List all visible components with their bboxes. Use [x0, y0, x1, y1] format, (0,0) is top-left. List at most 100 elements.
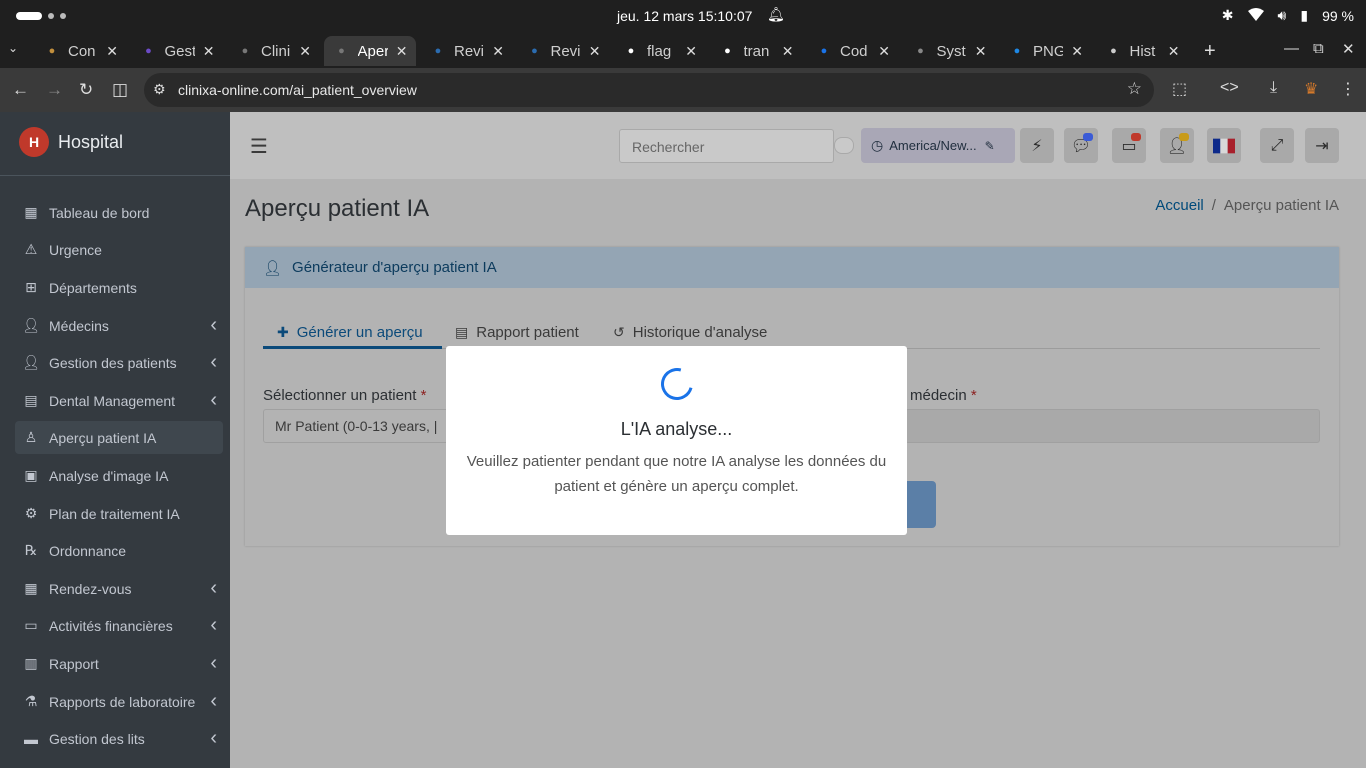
user-outline-icon: ♙	[24, 429, 38, 445]
reload-icon[interactable]: ↻	[79, 80, 93, 100]
sidebar-item[interactable]: ▦ Rendez-vous ‹	[15, 572, 223, 605]
browser-tab[interactable]: ● tran ✕	[710, 36, 802, 66]
history-icon: ●	[1110, 45, 1117, 57]
menu-toggle-icon[interactable]: ☰	[250, 134, 268, 159]
doctor-label: médecin *	[910, 387, 977, 404]
tab-label: Historique d'analyse	[632, 323, 768, 341]
file-icon: ▤	[455, 323, 469, 340]
close-tab-icon[interactable]: ✕	[685, 43, 697, 60]
modal-message: Veuillez patienter pendant que notre IA …	[466, 453, 887, 495]
tab-search-icon[interactable]: ⌄	[8, 41, 18, 55]
close-tab-icon[interactable]: ✕	[1071, 43, 1083, 60]
browser-tab[interactable]: ● Hist ✕	[1096, 36, 1188, 66]
browser-tab[interactable]: ● Aper ✕	[323, 36, 416, 66]
close-tab-icon[interactable]: ✕	[589, 43, 601, 60]
patient-select[interactable]: Mr Patient (0-0-13 years, |	[263, 409, 463, 443]
close-tab-icon[interactable]: ✕	[299, 43, 311, 60]
download-icon[interactable]: ⤓	[1270, 79, 1277, 97]
sidebar-item-label: Aperçu patient IA	[49, 429, 157, 446]
sidebar-item[interactable]: ⚙ Plan de traitement IA	[15, 497, 223, 530]
close-tab-icon[interactable]: ✕	[492, 43, 504, 60]
back-icon[interactable]: ←	[12, 80, 29, 100]
close-tab-icon[interactable]: ✕	[975, 43, 987, 60]
close-window-icon[interactable]: ✕	[1342, 40, 1355, 58]
browser-tab[interactable]: ● Revi ✕	[517, 36, 609, 66]
tab-patient-report[interactable]: ▤ Rapport patient	[455, 318, 579, 346]
close-tab-icon[interactable]: ✕	[1168, 43, 1180, 60]
sidebar-item[interactable]: ▣ Analyse d'image IA	[15, 459, 223, 492]
devtools-icon[interactable]: <>	[1220, 79, 1239, 97]
browser-tab[interactable]: ● Clini ✕	[227, 36, 319, 66]
sidebar-item[interactable]: ⚠ Urgence	[15, 233, 223, 266]
url-field[interactable]: ⚙ clinixa-online.com/ai_patient_overview…	[144, 73, 1154, 107]
workspace-indicator	[16, 12, 66, 20]
breadcrumb-home-link[interactable]: Accueil	[1155, 197, 1203, 214]
sidebar-item[interactable]: 👤︎ Médecins ‹	[15, 309, 223, 342]
sidebar-item[interactable]: ▬ Gestion des lits ‹	[15, 722, 223, 755]
sidebar-item[interactable]: ♙ Aperçu patient IA	[15, 421, 223, 454]
brand-link[interactable]: H Hospital	[19, 127, 123, 157]
volume-icon[interactable]: 🔊︎	[1278, 7, 1287, 24]
language-flag-icon[interactable]	[1207, 128, 1241, 163]
breadcrumb: Accueil / Aperçu patient IA	[1155, 197, 1339, 214]
doctor-select[interactable]	[905, 409, 1320, 443]
bookmark-star-icon[interactable]: ☆	[1127, 79, 1142, 99]
extensions-icon[interactable]: ⬚	[1172, 79, 1187, 99]
search-toggle[interactable]	[834, 137, 854, 154]
wifi-icon[interactable]	[1247, 7, 1264, 24]
timezone-button[interactable]: ◷ America/New... ✎	[861, 128, 1015, 163]
profile-icon[interactable]: ♛	[1304, 79, 1318, 99]
breadcrumb-current: Aperçu patient IA	[1223, 197, 1339, 214]
search-input[interactable]: Rechercher	[619, 129, 834, 163]
grid-icon: ▦	[24, 204, 38, 220]
image-icon: ▣	[24, 467, 38, 483]
fullscreen-icon[interactable]: ⤢	[1260, 128, 1294, 163]
sidebar-item[interactable]: ℞ Ordonnance	[15, 534, 223, 567]
browser-tab[interactable]: ● Con ✕	[34, 36, 126, 66]
f-icon: ●	[1013, 45, 1021, 57]
tab-generate[interactable]: ✚ Générer un aperçu	[277, 318, 423, 346]
prescription-icon: ℞	[24, 542, 38, 558]
hospital-logo-icon: H	[19, 127, 49, 157]
forward-icon[interactable]: →	[46, 80, 63, 100]
close-tab-icon[interactable]: ✕	[878, 43, 890, 60]
sidebar-item-label: Analyse d'image IA	[49, 467, 169, 484]
payment-icon[interactable]: ▭	[1112, 128, 1146, 163]
chevron-left-icon: ‹	[210, 727, 217, 749]
browser-menu-icon[interactable]: ⋮	[1340, 79, 1356, 99]
split-view-icon[interactable]: ◫	[112, 80, 128, 100]
close-tab-icon[interactable]: ✕	[396, 43, 408, 60]
chat-icon[interactable]: 💬︎	[1064, 128, 1098, 163]
tab-label: Générer un aperçu	[296, 323, 423, 341]
browser-tab[interactable]: ● Revi ✕	[420, 36, 512, 66]
extension-icon[interactable]: ✱	[1222, 7, 1234, 24]
sidebar-item[interactable]: ⚗ Rapports de laboratoire ‹	[15, 685, 223, 718]
site-info-icon[interactable]: ⚙	[153, 81, 166, 98]
sidebar-item[interactable]: ▥ Rapport ‹	[15, 647, 223, 680]
chevron-left-icon: ‹	[210, 389, 217, 411]
browser-tab[interactable]: ● flag ✕	[613, 36, 705, 66]
sidebar-item[interactable]: ▤ Dental Management ‹	[15, 384, 223, 417]
tab-analysis-history[interactable]: ↺ Historique d'analyse	[613, 318, 767, 346]
logout-icon[interactable]: ⇥	[1305, 128, 1339, 163]
bolt-icon[interactable]: ⚡︎	[1020, 128, 1054, 163]
close-tab-icon[interactable]: ✕	[106, 43, 118, 60]
close-tab-icon[interactable]: ✕	[782, 43, 794, 60]
browser-tab[interactable]: ● Syst ✕	[903, 36, 995, 66]
sidebar-item[interactable]: ▦ Tableau de bord	[15, 196, 223, 229]
sidebar-item[interactable]: ▭ Activités financières ‹	[15, 609, 223, 642]
maximize-icon[interactable]: ⧉	[1313, 40, 1324, 57]
minimize-icon[interactable]: —	[1284, 40, 1299, 57]
browser-tab[interactable]: ● Cod ✕	[806, 36, 898, 66]
user-doctor-icon: 👤︎	[263, 259, 283, 277]
sidebar-item[interactable]: ⊞ Départements	[15, 271, 223, 304]
user-notification-icon[interactable]: 👤︎	[1160, 128, 1194, 163]
new-tab-button[interactable]: +	[1204, 40, 1216, 63]
sidebar-item-label: Médecins	[49, 317, 109, 334]
browser-tab[interactable]: ● PNG ✕	[999, 36, 1091, 66]
chevron-left-icon: ‹	[210, 577, 217, 599]
close-tab-icon[interactable]: ✕	[203, 43, 215, 60]
sidebar-item[interactable]: 👤︎ Gestion des patients ‹	[15, 346, 223, 379]
bell-icon[interactable]: 🔔︎	[767, 6, 785, 23]
browser-tab[interactable]: ● Gest ✕	[131, 36, 223, 66]
